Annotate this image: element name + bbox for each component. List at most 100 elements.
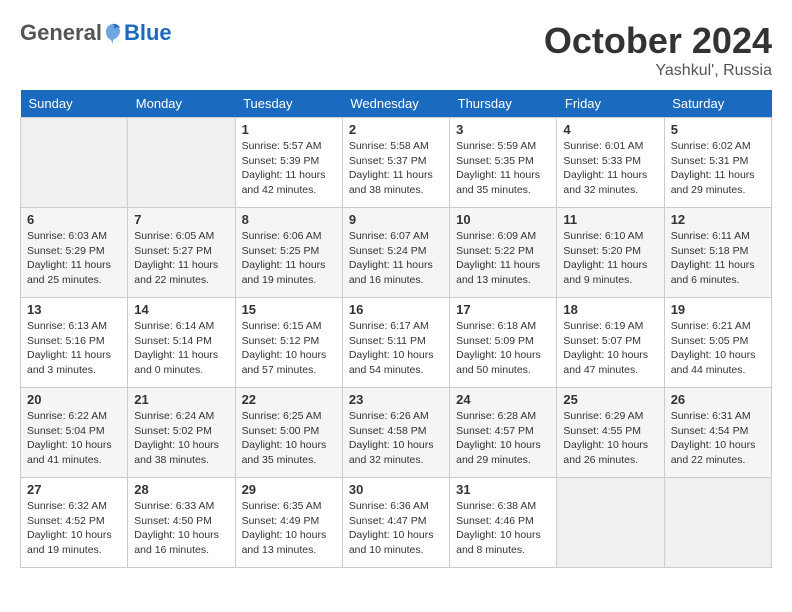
day-number: 8 <box>242 212 336 227</box>
day-info: Sunrise: 6:02 AM Sunset: 5:31 PM Dayligh… <box>671 139 765 198</box>
day-info: Sunrise: 6:01 AM Sunset: 5:33 PM Dayligh… <box>563 139 657 198</box>
day-info: Sunrise: 6:11 AM Sunset: 5:18 PM Dayligh… <box>671 229 765 288</box>
calendar-cell: 19Sunrise: 6:21 AM Sunset: 5:05 PM Dayli… <box>664 298 771 388</box>
calendar-cell: 2 Sunrise: 5:58 AM Sunset: 5:37 PM Daylig… <box>342 118 449 208</box>
day-info: Sunrise: 5:58 AM Sunset: 5:37 PM Dayligh… <box>349 139 443 198</box>
calendar-cell <box>128 118 235 208</box>
day-number: 18 <box>563 302 657 317</box>
calendar-cell: 18 Sunrise: 6:19 AM Sunset: 5:07 PM Dayli… <box>557 298 664 388</box>
day-number: 3 <box>456 122 550 137</box>
day-info: Sunrise: 6:24 AM Sunset: 5:02 PM Dayligh… <box>134 409 228 468</box>
day-number: 21 <box>134 392 228 407</box>
day-number: 27 <box>27 482 121 497</box>
week-row-3: 13Sunrise: 6:13 AM Sunset: 5:16 PM Dayli… <box>21 298 772 388</box>
calendar-cell: 24 Sunrise: 6:28 AM Sunset: 4:57 PM Dayli… <box>450 388 557 478</box>
calendar-cell: 14 Sunrise: 6:14 AM Sunset: 5:14 PM Dayli… <box>128 298 235 388</box>
day-info: Sunrise: 6:18 AM Sunset: 5:09 PM Dayligh… <box>456 319 550 378</box>
day-info: Sunrise: 6:14 AM Sunset: 5:14 PM Dayligh… <box>134 319 228 378</box>
weekday-sunday: Sunday <box>21 90 128 118</box>
title-block: October 2024 Yashkul', Russia <box>544 20 772 80</box>
month-title: October 2024 <box>544 20 772 62</box>
calendar-cell: 30Sunrise: 6:36 AM Sunset: 4:47 PM Dayli… <box>342 478 449 568</box>
calendar-cell: 17 Sunrise: 6:18 AM Sunset: 5:09 PM Dayli… <box>450 298 557 388</box>
calendar-cell: 12 Sunrise: 6:11 AM Sunset: 5:18 PM Dayli… <box>664 208 771 298</box>
logo-bird-icon <box>104 22 122 44</box>
calendar-cell: 31 Sunrise: 6:38 AM Sunset: 4:46 PM Dayli… <box>450 478 557 568</box>
day-info: Sunrise: 6:05 AM Sunset: 5:27 PM Dayligh… <box>134 229 228 288</box>
day-number: 20 <box>27 392 121 407</box>
day-number: 7 <box>134 212 228 227</box>
weekday-thursday: Thursday <box>450 90 557 118</box>
day-number: 14 <box>134 302 228 317</box>
calendar: SundayMondayTuesdayWednesdayThursdayFrid… <box>20 90 772 568</box>
day-info: Sunrise: 6:07 AM Sunset: 5:24 PM Dayligh… <box>349 229 443 288</box>
calendar-cell: 20 Sunrise: 6:22 AM Sunset: 5:04 PM Dayli… <box>21 388 128 478</box>
day-number: 19 <box>671 302 765 317</box>
logo: General Blue <box>20 20 172 46</box>
calendar-cell: 8 Sunrise: 6:06 AM Sunset: 5:25 PM Daylig… <box>235 208 342 298</box>
calendar-cell: 4 Sunrise: 6:01 AM Sunset: 5:33 PM Daylig… <box>557 118 664 208</box>
day-number: 28 <box>134 482 228 497</box>
weekday-header-row: SundayMondayTuesdayWednesdayThursdayFrid… <box>21 90 772 118</box>
day-info: Sunrise: 5:57 AM Sunset: 5:39 PM Dayligh… <box>242 139 336 198</box>
day-number: 1 <box>242 122 336 137</box>
day-number: 31 <box>456 482 550 497</box>
day-number: 13 <box>27 302 121 317</box>
day-info: Sunrise: 6:25 AM Sunset: 5:00 PM Dayligh… <box>242 409 336 468</box>
day-number: 24 <box>456 392 550 407</box>
day-info: Sunrise: 6:29 AM Sunset: 4:55 PM Dayligh… <box>563 409 657 468</box>
calendar-cell: 3 Sunrise: 5:59 AM Sunset: 5:35 PM Daylig… <box>450 118 557 208</box>
calendar-cell: 21 Sunrise: 6:24 AM Sunset: 5:02 PM Dayli… <box>128 388 235 478</box>
day-info: Sunrise: 6:19 AM Sunset: 5:07 PM Dayligh… <box>563 319 657 378</box>
calendar-cell: 16 Sunrise: 6:17 AM Sunset: 5:11 PM Dayli… <box>342 298 449 388</box>
day-number: 16 <box>349 302 443 317</box>
calendar-cell <box>21 118 128 208</box>
calendar-cell: 5Sunrise: 6:02 AM Sunset: 5:31 PM Daylig… <box>664 118 771 208</box>
day-info: Sunrise: 6:26 AM Sunset: 4:58 PM Dayligh… <box>349 409 443 468</box>
calendar-cell: 22 Sunrise: 6:25 AM Sunset: 5:00 PM Dayli… <box>235 388 342 478</box>
week-row-1: 1 Sunrise: 5:57 AM Sunset: 5:39 PM Daylig… <box>21 118 772 208</box>
week-row-5: 27 Sunrise: 6:32 AM Sunset: 4:52 PM Dayli… <box>21 478 772 568</box>
weekday-wednesday: Wednesday <box>342 90 449 118</box>
day-number: 11 <box>563 212 657 227</box>
day-info: Sunrise: 6:17 AM Sunset: 5:11 PM Dayligh… <box>349 319 443 378</box>
day-info: Sunrise: 6:33 AM Sunset: 4:50 PM Dayligh… <box>134 499 228 558</box>
day-number: 12 <box>671 212 765 227</box>
calendar-cell: 28 Sunrise: 6:33 AM Sunset: 4:50 PM Dayli… <box>128 478 235 568</box>
day-number: 22 <box>242 392 336 407</box>
day-info: Sunrise: 6:38 AM Sunset: 4:46 PM Dayligh… <box>456 499 550 558</box>
day-number: 25 <box>563 392 657 407</box>
weekday-monday: Monday <box>128 90 235 118</box>
day-number: 4 <box>563 122 657 137</box>
day-number: 15 <box>242 302 336 317</box>
day-info: Sunrise: 6:22 AM Sunset: 5:04 PM Dayligh… <box>27 409 121 468</box>
calendar-cell: 6Sunrise: 6:03 AM Sunset: 5:29 PM Daylig… <box>21 208 128 298</box>
calendar-cell <box>557 478 664 568</box>
calendar-cell: 27 Sunrise: 6:32 AM Sunset: 4:52 PM Dayli… <box>21 478 128 568</box>
day-info: Sunrise: 6:28 AM Sunset: 4:57 PM Dayligh… <box>456 409 550 468</box>
day-number: 2 <box>349 122 443 137</box>
day-info: Sunrise: 6:06 AM Sunset: 5:25 PM Dayligh… <box>242 229 336 288</box>
page-header: General Blue October 2024 Yashkul', Russ… <box>20 20 772 80</box>
calendar-cell <box>664 478 771 568</box>
calendar-cell: 13Sunrise: 6:13 AM Sunset: 5:16 PM Dayli… <box>21 298 128 388</box>
calendar-cell: 29 Sunrise: 6:35 AM Sunset: 4:49 PM Dayli… <box>235 478 342 568</box>
weekday-friday: Friday <box>557 90 664 118</box>
day-info: Sunrise: 6:35 AM Sunset: 4:49 PM Dayligh… <box>242 499 336 558</box>
day-number: 6 <box>27 212 121 227</box>
day-info: Sunrise: 6:31 AM Sunset: 4:54 PM Dayligh… <box>671 409 765 468</box>
calendar-cell: 1 Sunrise: 5:57 AM Sunset: 5:39 PM Daylig… <box>235 118 342 208</box>
day-number: 17 <box>456 302 550 317</box>
day-info: Sunrise: 6:32 AM Sunset: 4:52 PM Dayligh… <box>27 499 121 558</box>
calendar-cell: 11Sunrise: 6:10 AM Sunset: 5:20 PM Dayli… <box>557 208 664 298</box>
location: Yashkul', Russia <box>544 62 772 80</box>
day-info: Sunrise: 5:59 AM Sunset: 5:35 PM Dayligh… <box>456 139 550 198</box>
calendar-cell: 15 Sunrise: 6:15 AM Sunset: 5:12 PM Dayli… <box>235 298 342 388</box>
weekday-tuesday: Tuesday <box>235 90 342 118</box>
day-info: Sunrise: 6:15 AM Sunset: 5:12 PM Dayligh… <box>242 319 336 378</box>
week-row-4: 20 Sunrise: 6:22 AM Sunset: 5:04 PM Dayli… <box>21 388 772 478</box>
day-info: Sunrise: 6:36 AM Sunset: 4:47 PM Dayligh… <box>349 499 443 558</box>
day-number: 29 <box>242 482 336 497</box>
day-info: Sunrise: 6:09 AM Sunset: 5:22 PM Dayligh… <box>456 229 550 288</box>
logo-general: General <box>20 20 102 46</box>
